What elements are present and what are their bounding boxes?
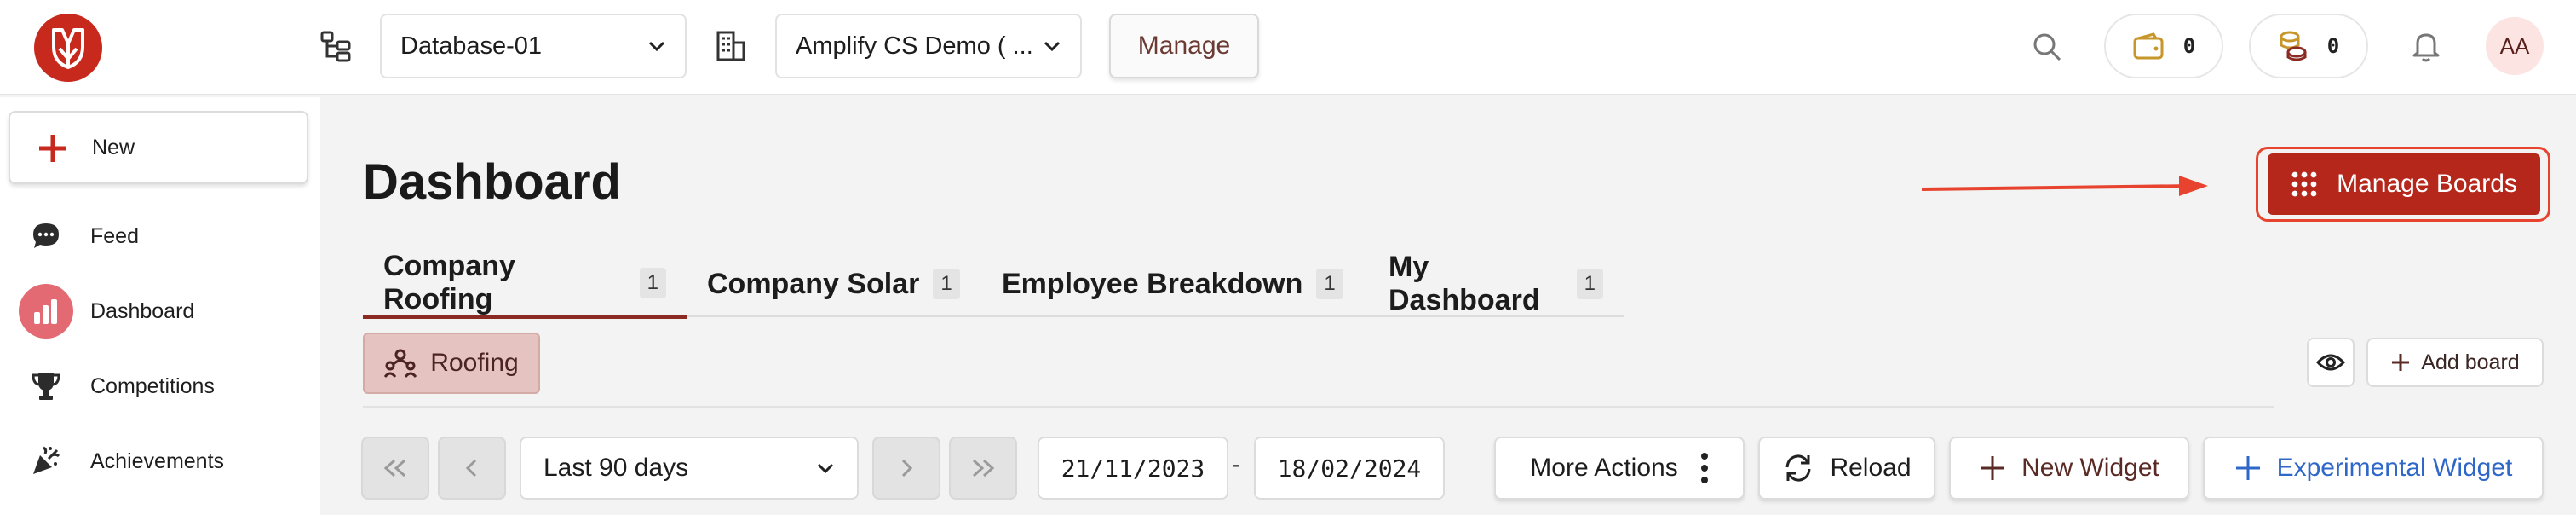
new-widget-button[interactable]: New Widget	[1949, 437, 2189, 500]
end-date-input[interactable]: 18/02/2024	[1254, 437, 1445, 500]
add-board-button[interactable]: Add board	[2366, 338, 2544, 387]
page-title: Dashboard	[363, 154, 621, 210]
tab-company-solar[interactable]: Company Solar 1	[687, 251, 980, 317]
kebab-menu-icon	[1700, 453, 1708, 483]
avatar[interactable]: AA	[2486, 17, 2544, 75]
chevrons-right-icon	[972, 459, 995, 477]
dashboard-tabs: Company Roofing 1 Company Solar 1 Employ…	[363, 250, 1624, 319]
coins-count: 0	[2326, 34, 2340, 58]
chevron-down-icon	[1044, 41, 1061, 52]
trophy-icon	[19, 359, 73, 414]
last-page-button[interactable]	[949, 437, 1017, 500]
date-range-select[interactable]: Last 90 days	[520, 437, 859, 500]
end-date-value: 18/02/2024	[1277, 454, 1422, 483]
building-icon[interactable]	[710, 26, 751, 67]
manage-button[interactable]: Manage	[1109, 14, 1259, 78]
visibility-button[interactable]	[2307, 338, 2355, 387]
wallet-count: 0	[2182, 34, 2196, 58]
sidebar: New Feed Dashboard Competitions Achievem…	[0, 97, 320, 515]
tab-label: Company Solar	[707, 267, 920, 300]
tab-count-badge: 1	[933, 269, 960, 299]
sidebar-item-competitions[interactable]: Competitions	[19, 356, 308, 416]
team-icon	[384, 349, 417, 378]
sidebar-item-label: Achievements	[90, 448, 225, 473]
reload-icon	[1785, 454, 1811, 482]
bell-icon[interactable]	[2406, 26, 2447, 67]
date-separator: -	[1232, 450, 1240, 478]
plus-icon	[39, 135, 66, 162]
tab-employee-breakdown[interactable]: Employee Breakdown 1	[981, 251, 1364, 317]
tab-label: My Dashboard	[1389, 251, 1540, 316]
chevron-left-icon	[465, 459, 477, 477]
tab-count-badge: 1	[639, 268, 666, 298]
coins-balance[interactable]: 0	[2249, 14, 2368, 78]
wallet-balance[interactable]: 0	[2104, 14, 2223, 78]
database-select-value: Database-01	[400, 32, 543, 60]
app-logo[interactable]	[34, 14, 102, 82]
manage-boards-label: Manage Boards	[2337, 170, 2517, 198]
eye-icon	[2316, 354, 2345, 371]
database-select[interactable]: Database-01	[380, 14, 687, 78]
add-board-label: Add board	[2421, 350, 2520, 374]
party-popper-icon	[19, 434, 73, 489]
experimental-widget-label: Experimental Widget	[2276, 454, 2513, 482]
tab-label: Employee Breakdown	[1002, 267, 1303, 300]
plus-icon	[2235, 456, 2260, 480]
chevrons-left-icon	[383, 459, 406, 477]
tab-count-badge: 1	[1316, 269, 1343, 299]
new-widget-label: New Widget	[2021, 454, 2159, 482]
more-actions-button[interactable]: More Actions	[1494, 437, 1745, 500]
new-button[interactable]: New	[9, 111, 308, 184]
divider	[363, 406, 2274, 408]
tab-count-badge: 1	[1576, 269, 1603, 299]
previous-button[interactable]	[438, 437, 506, 500]
sidebar-item-feed[interactable]: Feed	[19, 206, 308, 266]
start-date-value: 21/11/2023	[1061, 454, 1205, 483]
sidebar-item-label: Competitions	[90, 373, 215, 398]
organization-select[interactable]: Amplify CS Demo ( ...	[775, 14, 1082, 78]
reload-label: Reload	[1830, 454, 1912, 482]
chat-bubble-icon	[19, 209, 73, 263]
sidebar-item-achievements[interactable]: Achievements	[19, 431, 308, 491]
plus-icon	[2392, 354, 2410, 371]
plus-icon	[1981, 456, 2005, 480]
tab-label: Company Roofing	[383, 250, 515, 315]
search-icon[interactable]	[2026, 26, 2068, 68]
hierarchy-icon[interactable]	[315, 26, 356, 67]
more-actions-label: More Actions	[1530, 454, 1678, 482]
coins-icon	[2280, 31, 2307, 61]
top-bar: Database-01 Amplify CS Demo ( ... Manage…	[0, 0, 2576, 95]
sidebar-item-label: Feed	[90, 223, 139, 248]
board-chip-label: Roofing	[430, 349, 519, 377]
reload-button[interactable]: Reload	[1758, 437, 1935, 500]
chevron-down-icon	[648, 41, 665, 52]
grid-dots-icon	[2291, 171, 2317, 197]
board-chip-roofing[interactable]: Roofing	[363, 333, 540, 394]
bar-chart-icon	[19, 284, 73, 339]
experimental-widget-button[interactable]: Experimental Widget	[2203, 437, 2544, 500]
chevron-right-icon	[901, 459, 913, 477]
tab-my-dashboard[interactable]: My Dashboard 1	[1368, 251, 1624, 317]
logo-icon	[52, 28, 84, 69]
new-button-label: New	[92, 135, 135, 159]
chevron-down-icon	[817, 463, 834, 474]
organization-select-value: Amplify CS Demo ( ...	[796, 32, 1033, 60]
sidebar-item-dashboard[interactable]: Dashboard	[19, 281, 308, 341]
annotation-arrow	[1922, 176, 2208, 196]
date-range-value: Last 90 days	[543, 454, 689, 482]
tab-company-roofing[interactable]: Company Roofing 1	[363, 250, 687, 319]
manage-boards-button[interactable]: Manage Boards	[2268, 153, 2540, 215]
wallet-icon	[2133, 32, 2164, 60]
first-page-button[interactable]	[361, 437, 429, 500]
sidebar-item-label: Dashboard	[90, 298, 195, 323]
start-date-input[interactable]: 21/11/2023	[1038, 437, 1228, 500]
next-button[interactable]	[872, 437, 940, 500]
